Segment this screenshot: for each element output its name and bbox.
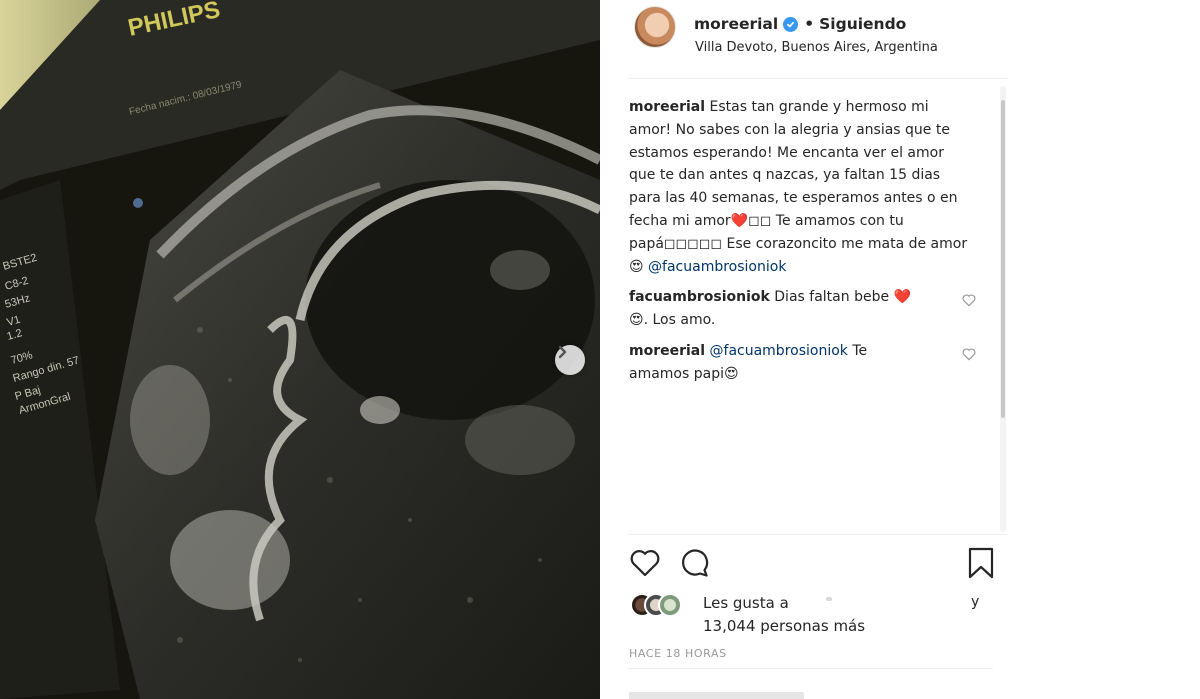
liker-username-link[interactable]	[826, 597, 832, 601]
scrollbar-thumb[interactable]	[1001, 100, 1005, 418]
chevron-right-icon	[558, 345, 567, 359]
comment-author[interactable]: moreerial	[629, 343, 705, 359]
comment-like-heart-icon[interactable]	[961, 346, 977, 362]
likes-text: Les gusta a 13,044 personas más	[703, 592, 865, 637]
username-link[interactable]: moreerial	[694, 15, 778, 33]
likes-count-link[interactable]: 13,044 personas más	[703, 617, 865, 635]
comment-like-heart-icon[interactable]	[961, 292, 977, 308]
post-panel: moreerial • Siguiendo Villa Devoto, Buen…	[600, 0, 1200, 699]
comment-mention[interactable]: @facuambrosioniok	[710, 343, 848, 359]
divider	[628, 534, 1008, 535]
separator-dot: •	[804, 15, 815, 33]
caption-mention[interactable]: @facuambrosioniok	[648, 259, 786, 275]
add-comment-placeholder	[629, 692, 804, 699]
divider	[628, 78, 1008, 79]
caption-text: Estas tan grande y hermoso mi amor! No s…	[629, 99, 968, 275]
heart-icon[interactable]	[628, 546, 662, 580]
caption: moreerial Estas tan grande y hermoso mi …	[629, 96, 974, 278]
likes-summary: Les gusta a 13,044 personas más y	[630, 591, 990, 637]
avatar[interactable]	[634, 6, 676, 48]
comment-list: moreerial Estas tan grande y hermoso mi …	[629, 96, 979, 394]
post-timestamp[interactable]: HACE 18 HORAS	[629, 647, 727, 660]
post-photo[interactable]: PHILIPS Fecha nacim.: 08/03/1979 BSTE2 C…	[0, 0, 600, 699]
caption-author[interactable]: moreerial	[629, 99, 705, 115]
bookmark-icon[interactable]	[964, 546, 998, 580]
next-photo-button[interactable]	[555, 345, 585, 375]
action-bar	[628, 546, 998, 582]
comment-author[interactable]: facuambrosioniok	[629, 289, 770, 305]
comment-item: facuambrosioniok Dias faltan bebe ❤️ 😍. …	[629, 286, 976, 332]
liker-avatars[interactable]	[630, 593, 690, 619]
add-comment-area[interactable]	[629, 680, 869, 699]
following-button[interactable]: Siguiendo	[819, 15, 906, 33]
verified-badge-icon	[783, 16, 799, 32]
post-header: moreerial • Siguiendo Villa Devoto, Buen…	[634, 6, 994, 60]
comment-icon[interactable]	[678, 546, 712, 580]
location-link[interactable]: Villa Devoto, Buenos Aires, Argentina	[695, 40, 938, 55]
divider	[628, 668, 993, 669]
ultrasound-image: PHILIPS Fecha nacim.: 08/03/1979 BSTE2 C…	[0, 0, 600, 699]
likes-prefix: Les gusta a	[703, 594, 789, 612]
comment-item: moreerial @facuambrosioniok Te amamos pa…	[629, 340, 976, 386]
username-row: moreerial • Siguiendo	[694, 15, 906, 33]
likes-and: y	[971, 594, 980, 610]
